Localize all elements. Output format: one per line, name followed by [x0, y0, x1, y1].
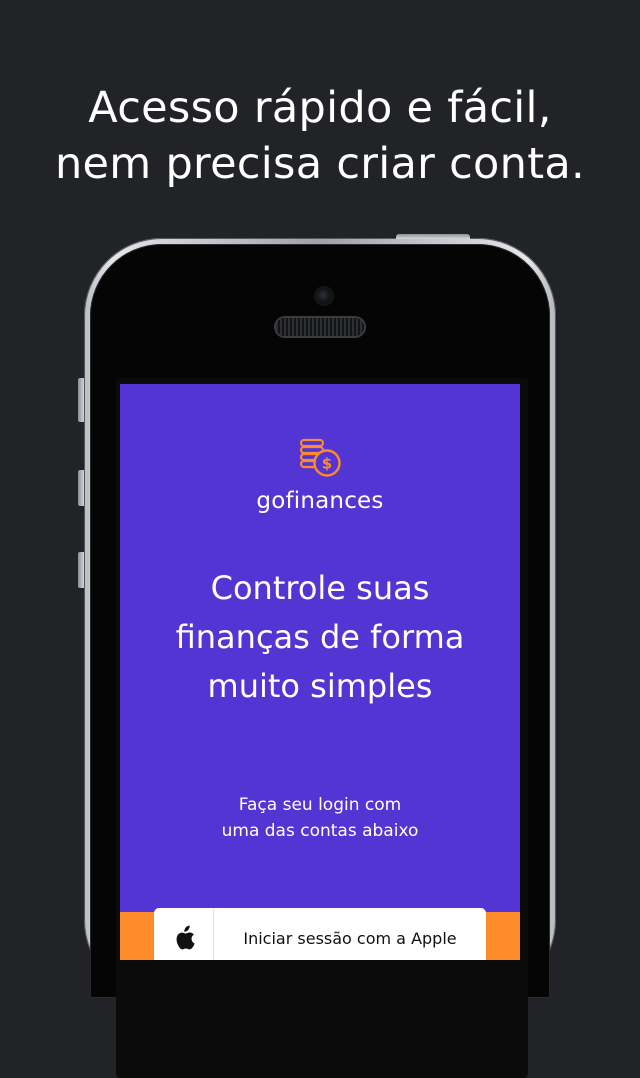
coins-dollar-icon: $ [299, 438, 341, 477]
title-line-1: Controle suas [210, 569, 430, 607]
login-instructions: Faça seu login com uma das contas abaixo [120, 792, 520, 844]
brand-name: gofinances [256, 488, 384, 514]
apple-sign-in-button[interactable]: Iniciar sessão com a Apple [154, 908, 486, 960]
earpiece-speaker [276, 318, 364, 336]
svg-text:$: $ [322, 455, 332, 473]
headline-line-1: Acesso rápido e fácil, [88, 83, 552, 133]
page-title: Controle suas finanças de forma muito si… [120, 564, 520, 711]
title-line-2: finanças de forma [175, 618, 465, 656]
subtitle-line-1: Faça seu login com [238, 795, 402, 815]
front-camera [316, 288, 332, 304]
phone-volume-up-button [78, 470, 84, 506]
phone-power-button [396, 234, 470, 239]
subtitle-line-2: uma das contas abaixo [221, 821, 419, 841]
apple-icon [176, 925, 195, 950]
phone-volume-down-button [78, 552, 84, 588]
promo-headline: Acesso rápido e fácil, nem precisa criar… [0, 80, 640, 192]
headline-line-2: nem precisa criar conta. [54, 139, 585, 189]
title-line-3: muito simples [207, 667, 433, 705]
apple-icon-container [154, 908, 214, 960]
apple-sign-in-label: Iniciar sessão com a Apple [243, 928, 457, 948]
app-sign-in-screen: $ gofinances Controle suas finanças de f… [120, 384, 520, 960]
phone-mute-switch [78, 378, 84, 422]
